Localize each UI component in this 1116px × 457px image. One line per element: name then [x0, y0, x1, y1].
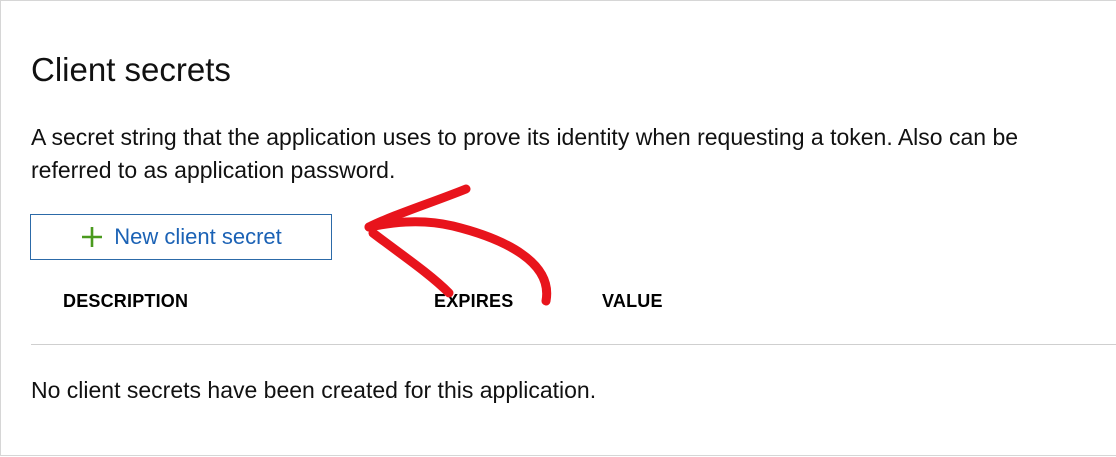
plus-icon: [80, 225, 104, 249]
table-divider: [31, 344, 1116, 345]
arrow-head-lower: [368, 228, 454, 298]
new-client-secret-label: New client secret: [114, 224, 282, 249]
column-header-description: DESCRIPTION: [63, 291, 189, 311]
arrow-head-upper: [364, 184, 471, 232]
client-secrets-panel: Client secrets A secret string that the …: [0, 0, 1116, 456]
arrow-shaft: [364, 217, 552, 306]
column-header-value: VALUE: [602, 291, 663, 311]
column-header-expires: EXPIRES: [434, 291, 514, 311]
new-client-secret-button[interactable]: New client secret: [30, 214, 332, 260]
empty-table-message: No client secrets have been created for …: [31, 377, 597, 403]
section-description: A secret string that the application use…: [31, 121, 1116, 187]
description-line-1: A secret string that the application use…: [31, 124, 1019, 150]
page-title: Client secrets: [31, 51, 231, 88]
description-line-2: referred to as application password.: [31, 157, 396, 183]
